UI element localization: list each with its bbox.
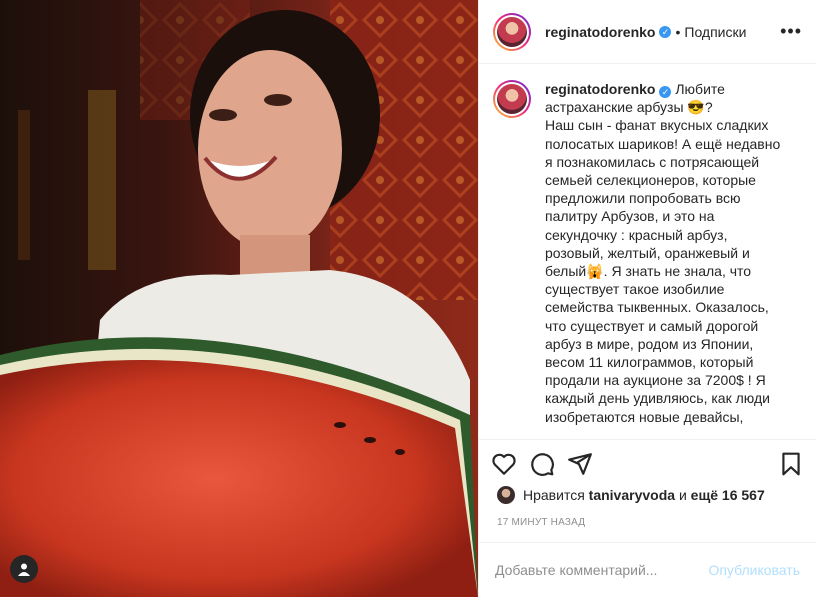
caption-line: каждый день удивляюсь, как люди xyxy=(545,390,770,407)
caption-line: семьей селекционеров, которые xyxy=(545,172,756,189)
caption-avatar[interactable] xyxy=(493,80,531,439)
heart-icon[interactable] xyxy=(491,451,517,477)
separator-dot: • xyxy=(675,23,681,40)
caption-text: reginatodorenko ✓ Любите астраханские арб… xyxy=(545,80,785,439)
caption-line: изобретаются новые девайсы, xyxy=(545,408,744,425)
publish-button[interactable]: Опубликовать xyxy=(708,562,800,578)
caption-line: палитру Арбузов, и это на xyxy=(545,208,715,225)
user-icon xyxy=(18,563,30,576)
share-icon[interactable] xyxy=(567,451,593,477)
likes-middle: и xyxy=(678,487,687,503)
post-image xyxy=(0,0,478,597)
caption-line: что существует и самый дорогой xyxy=(545,317,759,334)
caption-line: полосатых шариков! А ещё недавно xyxy=(545,135,781,152)
caption-line: Любите xyxy=(675,81,725,97)
comment-input[interactable]: Добавьте комментарий... xyxy=(495,562,657,578)
more-horizontal-icon[interactable]: ••• xyxy=(780,21,802,42)
caption-line: арбуз в мире, родом из Японии, xyxy=(545,335,754,352)
caption-username[interactable]: reginatodorenko xyxy=(545,81,655,97)
caption-line: существует такое изобилие xyxy=(545,281,725,298)
caption-line: семейства тыквенных. Оказалось, xyxy=(545,299,769,316)
caption-line: продали на аукционе за 7200$ ! Я xyxy=(545,372,766,389)
post-header: reginatodorenko ✓ • Подписки ••• xyxy=(479,0,816,64)
post-photo[interactable] xyxy=(0,0,478,597)
caption-line: секундочку : красный арбуз, xyxy=(545,226,728,243)
likes-prefix: Нравится xyxy=(523,487,585,503)
caption-line: Наш сын - фанат вкусных сладких xyxy=(545,117,769,134)
comment-icon[interactable] xyxy=(529,451,555,477)
caption-line: весом 11 килограммов, который xyxy=(545,354,754,371)
author-avatar[interactable] xyxy=(493,12,531,51)
likes-count-button[interactable]: ещё 16 567 xyxy=(691,487,765,503)
bookmark-icon[interactable] xyxy=(778,451,804,477)
author-username[interactable]: reginatodorenko xyxy=(545,24,655,40)
liker-username[interactable]: tanivaryvoda xyxy=(589,487,675,503)
caption-line: астраханские арбузы 😎? xyxy=(545,99,713,116)
caption-line: белый🙀. Я знать не знала, что xyxy=(545,263,752,280)
following-button[interactable]: Подписки xyxy=(684,24,746,40)
action-bar xyxy=(479,439,816,487)
caption-line: я познакомилась с потрясающей xyxy=(545,153,760,170)
likes-summary: Нравится tanivaryvoda и ещё 16 567 xyxy=(497,486,765,504)
post-timestamp[interactable]: 17 МИНУТ НАЗАД xyxy=(497,517,585,528)
verified-badge-icon: ✓ xyxy=(659,86,672,98)
liker-avatar[interactable] xyxy=(497,486,515,504)
post-sidebar: reginatodorenko ✓ • Подписки ••• reginat… xyxy=(478,0,816,597)
instagram-post: reginatodorenko ✓ • Подписки ••• reginat… xyxy=(0,0,816,597)
caption-line: предложили попробовать всю xyxy=(545,190,741,207)
add-comment-bar: Добавьте комментарий... Опубликовать xyxy=(479,542,816,597)
comments-area: reginatodorenko ✓ Любите астраханские арб… xyxy=(479,64,816,439)
user-tag-button[interactable] xyxy=(10,555,38,583)
caption-line: розовый, желтый, оранжевый и xyxy=(545,244,750,261)
verified-badge-icon: ✓ xyxy=(659,25,672,38)
